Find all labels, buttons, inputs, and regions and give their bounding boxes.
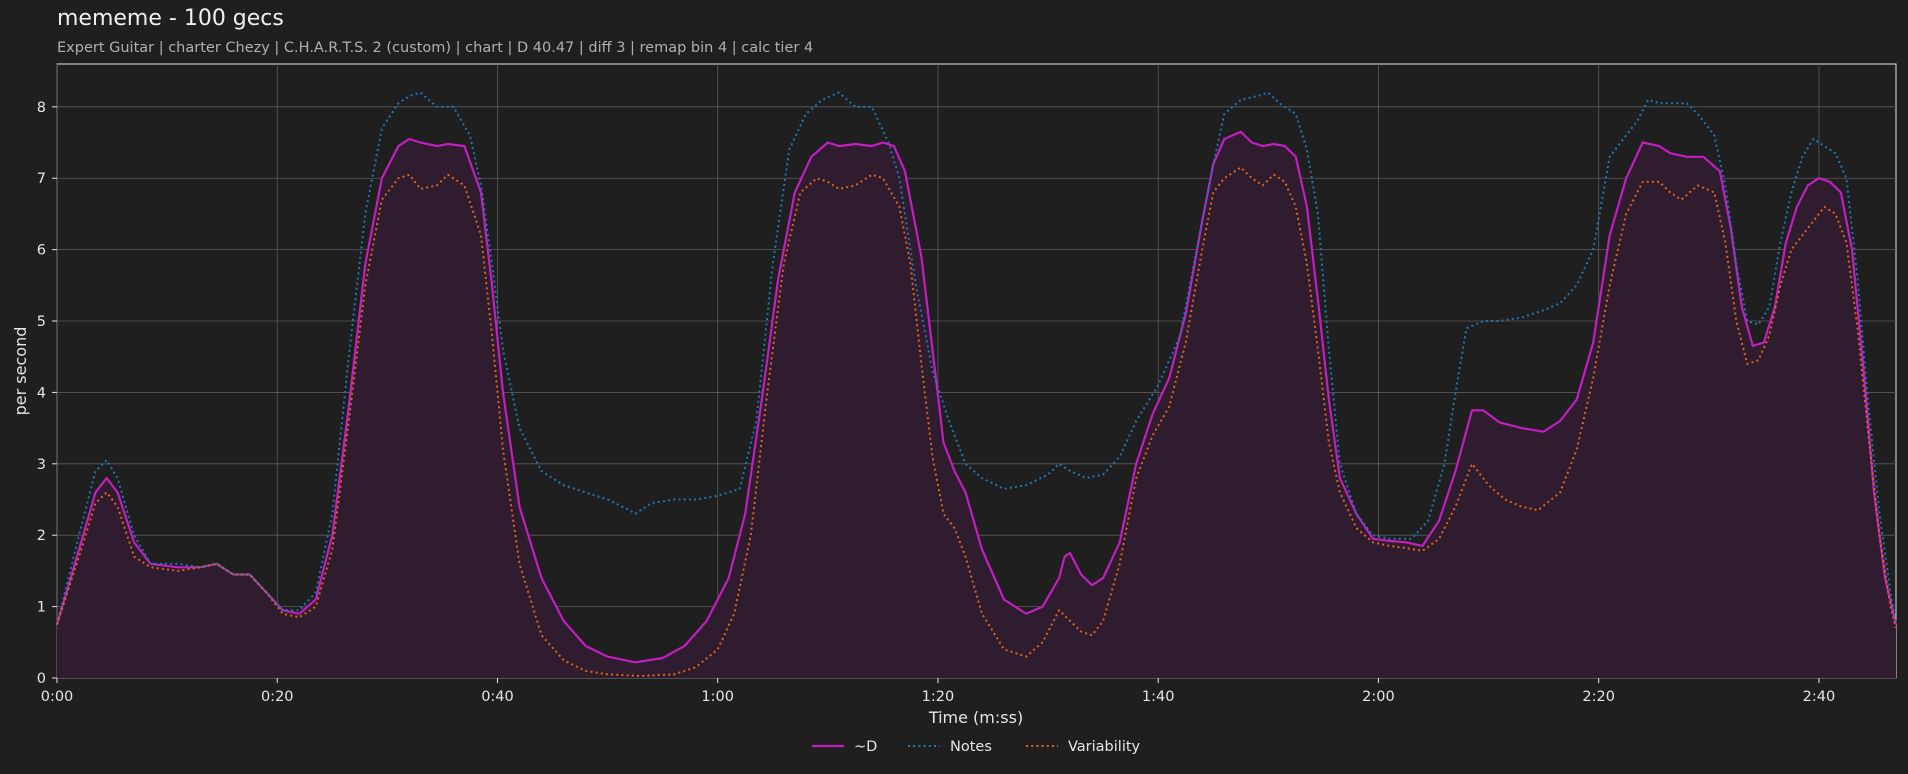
x-tick-label: 0:20 (261, 689, 294, 705)
y-tick-label: 2 (37, 528, 46, 544)
x-tick-label: 2:20 (1582, 689, 1615, 705)
x-tick-label: 2:00 (1362, 689, 1395, 705)
legend: ~D Notes Variability (812, 739, 1141, 755)
y-axis-ticks: 0 1 2 3 4 5 6 7 8 (37, 100, 57, 687)
y-tick-label: 1 (37, 600, 46, 616)
x-tick-label: 0:40 (481, 689, 514, 705)
x-axis-ticks: 0:00 0:20 0:40 1:00 1:20 1:40 2:00 2:20 2:40 (41, 678, 1835, 705)
y-tick-label: 3 (37, 457, 46, 473)
legend-label-d: ~D (854, 739, 877, 755)
x-tick-label: 1:40 (1142, 689, 1175, 705)
x-tick-label: 0:00 (41, 689, 74, 705)
line-chart: 0:00 0:20 0:40 1:00 1:20 1:40 2:00 2:20 2:40 0 1 2… (11, 63, 1898, 755)
y-tick-label: 6 (37, 243, 46, 259)
y-tick-label: 0 (37, 671, 46, 687)
y-axis-label: per second (11, 327, 30, 416)
x-tick-label: 1:20 (922, 689, 955, 705)
legend-label-variability: Variability (1068, 739, 1141, 755)
y-tick-label: 5 (37, 314, 46, 330)
y-tick-label: 8 (37, 100, 46, 116)
x-tick-label: 1:00 (701, 689, 734, 705)
y-tick-label: 4 (37, 385, 46, 401)
x-tick-label: 2:40 (1803, 689, 1836, 705)
x-axis-label: Time (m:ss) (928, 708, 1023, 727)
y-tick-label: 7 (37, 171, 46, 187)
legend-label-notes: Notes (950, 739, 992, 755)
